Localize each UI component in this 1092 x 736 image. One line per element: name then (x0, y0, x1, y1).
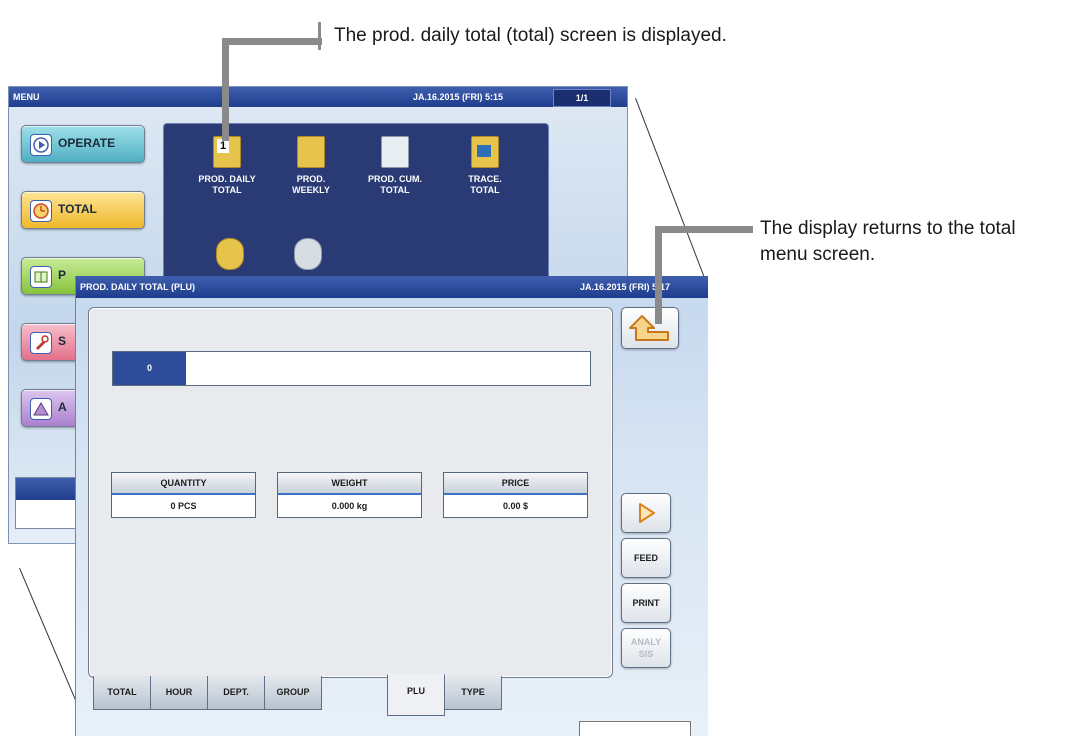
wrench-icon (30, 332, 52, 354)
callout-leader-2-horizontal (655, 226, 753, 233)
analysis-label-line1: ANALY (630, 637, 662, 647)
callout-step-mark (318, 22, 321, 50)
return-arrow-icon (629, 315, 669, 341)
menu-titlebar: MENU JA.16.2015 (FRI) 5:15 1/1 (9, 87, 627, 107)
daily-title: PROD. DAILY TOTAL (PLU) (80, 282, 196, 292)
total-button[interactable]: TOTAL (21, 191, 145, 229)
callout-return-text-line1: The display returns to the total (760, 218, 1016, 239)
chart-icon[interactable] (294, 238, 322, 270)
cumulative-total-icon (381, 136, 409, 168)
feed-button[interactable]: FEED (621, 538, 671, 578)
prod-daily-total-window: PROD. DAILY TOTAL (PLU) JA.16.2015 (FRI)… (75, 276, 708, 736)
quantity-value: 0 PCS (170, 501, 197, 511)
analysis-label-line2: SIS (638, 649, 654, 659)
price-header: PRICE (444, 473, 587, 495)
return-button[interactable] (621, 307, 679, 349)
preset-label: P (58, 268, 67, 282)
daily-titlebar: PROD. DAILY TOTAL (PLU) JA.16.2015 (FRI)… (76, 276, 708, 298)
clock-icon (30, 200, 52, 222)
tab-group[interactable]: GROUP (264, 676, 322, 710)
admin-label: A (58, 400, 67, 414)
weight-box: WEIGHT 0.000 kg (277, 472, 422, 518)
pie-chart-icon[interactable] (216, 238, 244, 270)
tile-trace-line1: TRACE. (468, 174, 502, 184)
callout-leader-1-horizontal (222, 38, 322, 45)
totals-panel: 0 QUANTITY 0 PCS WEIGHT 0.000 kg PRICE 0… (88, 307, 613, 678)
total-label: TOTAL (58, 202, 97, 216)
price-box: PRICE 0.00 $ (443, 472, 588, 518)
print-button[interactable]: PRINT (621, 583, 671, 623)
weight-header: WEIGHT (278, 473, 421, 495)
play-arrow-icon (639, 503, 655, 523)
weight-value: 0.000 kg (331, 501, 368, 511)
play-circle-icon (30, 134, 52, 156)
connector-line-top (635, 98, 705, 277)
settings-label: S (58, 334, 67, 348)
status-field (579, 721, 691, 736)
plu-bar: 0 (112, 351, 591, 386)
analysis-button[interactable]: ANALY SIS (621, 628, 671, 668)
menu-info-box (15, 477, 77, 529)
tile-trace-line2: TOTAL (470, 185, 500, 195)
operate-label: OPERATE (58, 136, 116, 150)
quantity-box: QUANTITY 0 PCS (111, 472, 256, 518)
triangle-icon (30, 398, 52, 420)
plu-number[interactable]: 0 (113, 352, 186, 385)
operate-button[interactable]: OPERATE (21, 125, 145, 163)
callout-leader-1-vertical (222, 38, 229, 141)
tab-plu[interactable]: PLU (387, 674, 445, 716)
menu-title: MENU (13, 92, 40, 102)
tab-dept[interactable]: DEPT. (207, 676, 265, 710)
callout-return-text-line2: menu screen. (760, 244, 876, 265)
weekly-icon (297, 136, 325, 168)
tile-trace-total[interactable]: TRACE. TOTAL (430, 136, 540, 196)
menu-page-indicator: 1/1 (553, 89, 611, 107)
next-button[interactable] (621, 493, 671, 533)
trace-total-icon (471, 136, 499, 168)
price-value: 0.00 $ (502, 501, 529, 511)
menu-info-header (16, 478, 76, 500)
callout-step-text: The prod. daily total (total) screen is … (334, 25, 727, 46)
tab-hour[interactable]: HOUR (150, 676, 208, 710)
tab-type[interactable]: TYPE (444, 676, 502, 710)
quantity-header: QUANTITY (112, 473, 255, 495)
menu-datetime: JA.16.2015 (FRI) 5:15 (413, 92, 504, 102)
book-icon (30, 266, 52, 288)
total-menu-panel: 1 PROD. DAILY TOTAL PROD. WEEKLY PROD. C… (163, 123, 549, 285)
callout-leader-2-vertical (655, 226, 662, 324)
tab-total[interactable]: TOTAL (93, 676, 151, 710)
